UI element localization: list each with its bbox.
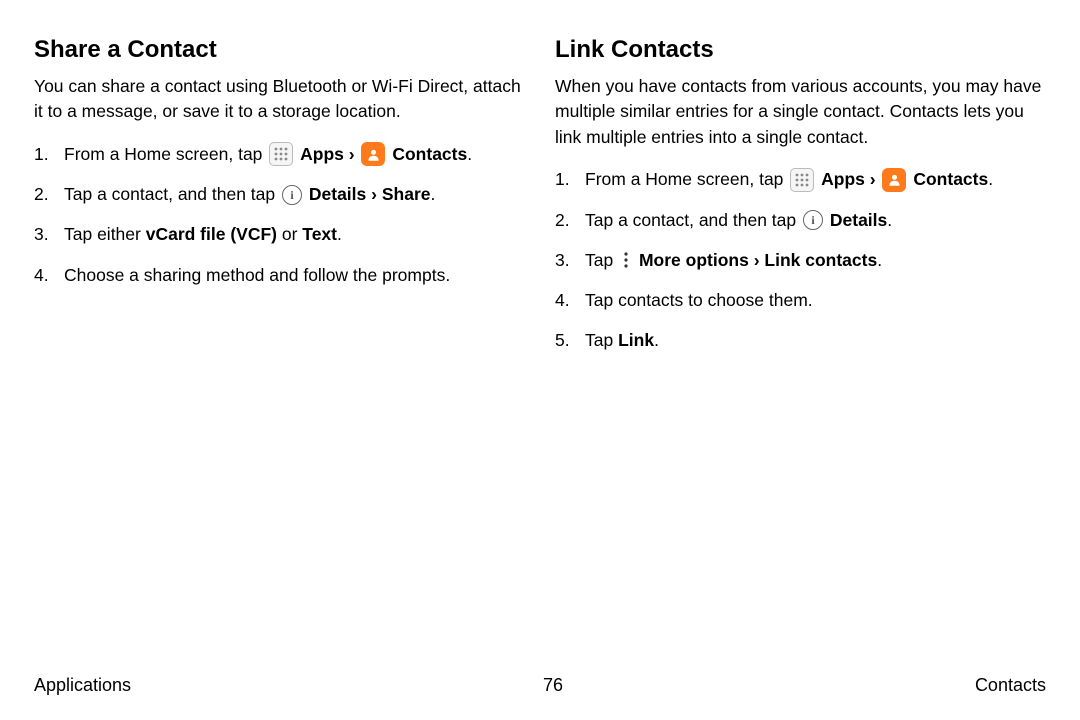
list-item: Tap Link.	[555, 327, 1046, 353]
step-text: .	[988, 169, 993, 189]
details-label: Details	[309, 184, 366, 204]
step-text: .	[430, 184, 435, 204]
link-contacts-label: Link contacts	[764, 250, 877, 270]
step-text: Tap a contact, and then tap	[585, 210, 801, 230]
chevron-right-icon: ›	[870, 169, 881, 189]
step-text: or	[277, 224, 302, 244]
step-text: Tap	[585, 330, 618, 350]
step-text: From a Home screen, tap	[585, 169, 788, 189]
contacts-icon	[361, 142, 385, 166]
step-text: .	[877, 250, 882, 270]
list-item: Tap a contact, and then tap i Details › …	[34, 181, 525, 207]
step-text: Tap	[585, 250, 618, 270]
share-heading: Share a Contact	[34, 36, 525, 64]
footer-left: Applications	[34, 675, 131, 696]
step-text: From a Home screen, tap	[64, 144, 267, 164]
apps-icon	[269, 142, 293, 166]
link-label: Link	[618, 330, 654, 350]
vcf-label: vCard file (VCF)	[146, 224, 277, 244]
chevron-right-icon: ›	[349, 144, 360, 164]
share-lead: You can share a contact using Bluetooth …	[34, 74, 525, 125]
left-column: Share a Contact You can share a contact …	[34, 36, 525, 368]
chevron-right-icon: ›	[371, 184, 382, 204]
list-item: Tap either vCard file (VCF) or Text.	[34, 221, 525, 247]
list-item: Choose a sharing method and follow the p…	[34, 262, 525, 288]
chevron-right-icon: ›	[754, 250, 765, 270]
link-heading: Link Contacts	[555, 36, 1046, 64]
text-label: Text	[302, 224, 337, 244]
details-label: Details	[830, 210, 887, 230]
step-text: .	[337, 224, 342, 244]
apps-label: Apps	[300, 144, 344, 164]
contacts-label: Contacts	[392, 144, 467, 164]
apps-label: Apps	[821, 169, 865, 189]
list-item: Tap More options › Link contacts.	[555, 247, 1046, 273]
info-icon: i	[803, 210, 823, 230]
step-text: .	[467, 144, 472, 164]
page-footer: Applications 76 Contacts	[0, 675, 1080, 696]
info-icon: i	[282, 185, 302, 205]
more-options-label: More options	[639, 250, 749, 270]
footer-right: Contacts	[975, 675, 1046, 696]
contacts-label: Contacts	[913, 169, 988, 189]
list-item: Tap a contact, and then tap i Details.	[555, 207, 1046, 233]
share-steps: From a Home screen, tap Apps › Contacts.…	[34, 141, 525, 288]
more-options-icon	[620, 250, 632, 270]
list-item: From a Home screen, tap Apps › Contacts.	[34, 141, 525, 167]
step-text: .	[654, 330, 659, 350]
step-text: .	[887, 210, 892, 230]
step-text: Tap a contact, and then tap	[64, 184, 280, 204]
apps-icon	[790, 168, 814, 192]
list-item: From a Home screen, tap Apps › Contacts.	[555, 166, 1046, 192]
link-steps: From a Home screen, tap Apps › Contacts.…	[555, 166, 1046, 353]
right-column: Link Contacts When you have contacts fro…	[555, 36, 1046, 368]
footer-page-number: 76	[543, 675, 563, 696]
step-text: Tap either	[64, 224, 146, 244]
share-label: Share	[382, 184, 431, 204]
link-lead: When you have contacts from various acco…	[555, 74, 1046, 150]
contacts-icon	[882, 168, 906, 192]
list-item: Tap contacts to choose them.	[555, 287, 1046, 313]
